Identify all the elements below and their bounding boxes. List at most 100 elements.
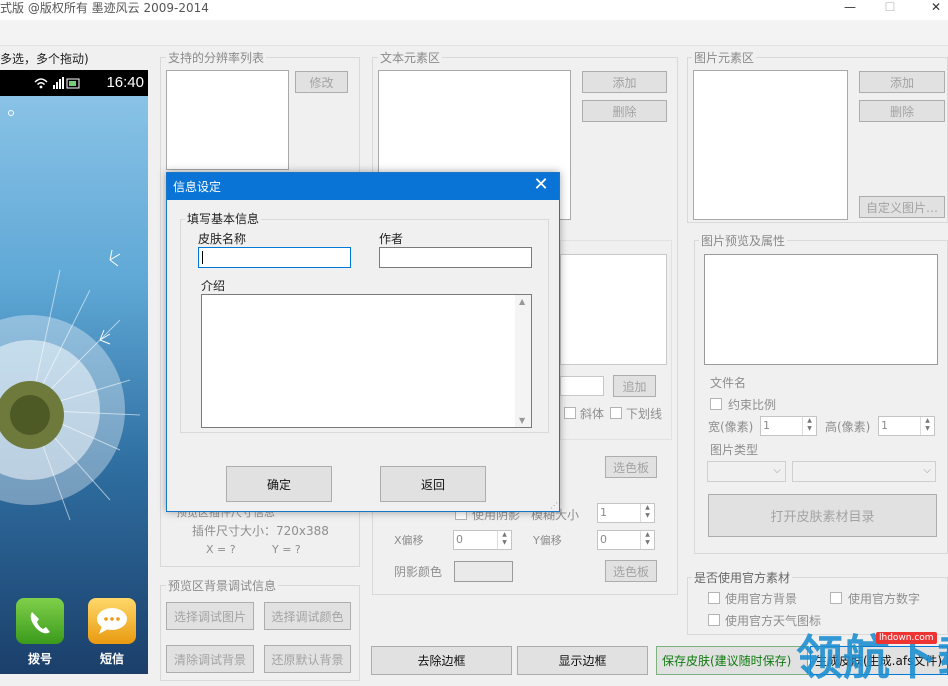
y-offset-value: 0	[600, 533, 607, 546]
resolution-legend: 支持的分辨率列表	[166, 49, 267, 66]
text-content-input[interactable]	[560, 376, 604, 396]
use-official-weather-label: 使用官方天气图标	[725, 614, 822, 628]
resize-grip-icon[interactable]: ⋰	[550, 501, 558, 510]
image-format-combo[interactable]: ⌵	[792, 461, 936, 482]
filename-label: 文件名	[710, 376, 747, 390]
add-image-button[interactable]: 添加	[859, 71, 945, 93]
image-type-label: 图片类型	[710, 443, 759, 457]
official-material-legend: 是否使用官方素材	[692, 569, 793, 586]
back-button[interactable]: 返回	[380, 466, 486, 502]
spinner-arrows-icon[interactable]: ▲ ▼	[920, 417, 934, 435]
spinner-arrows-icon[interactable]: ▲ ▼	[802, 417, 816, 435]
select-debug-color-button[interactable]: 选择调试颜色	[264, 602, 351, 630]
shadow-color-swatch[interactable]	[454, 561, 513, 582]
remove-border-button[interactable]: 去除边框	[371, 646, 512, 675]
save-skin-button[interactable]: 保存皮肤(建议随时保存)	[656, 646, 808, 675]
chevron-down-icon: ⌵	[923, 465, 931, 476]
dandelion-wallpaper	[0, 249, 141, 521]
close-window-button[interactable]: ✕	[916, 0, 948, 20]
minimize-button[interactable]: —	[830, 0, 870, 20]
plugin-size: 插件尺寸大小：720x388	[192, 524, 329, 538]
dialog-titlebar: 信息设定 ✕	[167, 173, 559, 200]
home-indicator	[8, 110, 14, 116]
height-label: 高(像素)	[825, 420, 871, 434]
author-label: 作者	[379, 232, 404, 246]
dock-label-sms: 短信	[99, 652, 124, 666]
scroll-up-icon[interactable]: ▲	[519, 297, 525, 306]
phone-clock: 16:40	[106, 74, 144, 91]
italic-label: 斜体	[580, 407, 605, 421]
skin-name-label: 皮肤名称	[198, 232, 247, 246]
show-border-button[interactable]: 显示边框	[517, 646, 648, 675]
constrain-ratio-checkbox[interactable]	[710, 398, 722, 410]
y-offset-label: Y偏移	[533, 534, 562, 547]
select-debug-image-button[interactable]: 选择调试图片	[166, 602, 254, 630]
clear-debug-bg-button[interactable]: 清除调试背景	[166, 645, 254, 673]
y-offset-spinner[interactable]: 0 ▲ ▼	[597, 530, 655, 550]
intro-scrollbar[interactable]: ▲ ▼	[515, 295, 531, 427]
phone-preview[interactable]: 16:40 拨号 短信	[0, 70, 148, 674]
info-settings-dialog: 信息设定 ✕ 填写基本信息 皮肤名称 作者 介绍 ▲ ▼ 确定 返回 ⋰	[166, 172, 560, 512]
close-icon[interactable]: ✕	[529, 174, 553, 195]
width-label: 宽(像素)	[708, 420, 754, 434]
constrain-ratio-label: 约束比例	[728, 398, 777, 412]
height-value: 1	[881, 419, 888, 432]
skin-name-input[interactable]	[198, 247, 351, 268]
author-input[interactable]	[379, 247, 532, 268]
use-official-bg-label: 使用官方背景	[725, 592, 798, 606]
menu-strip	[0, 20, 948, 46]
spinner-arrows-icon[interactable]: ▲ ▼	[640, 504, 654, 522]
width-value: 1	[763, 419, 770, 432]
window-titlebar: 式版 @版权所有 墨迹风云 2009-2014 — ☐ ✕	[0, 0, 948, 20]
scroll-down-icon[interactable]: ▼	[519, 416, 525, 425]
image-type-combo[interactable]: ⌵	[707, 461, 786, 482]
text-element-legend: 文本元素区	[378, 49, 443, 66]
restore-default-bg-button[interactable]: 还原默认背景	[264, 645, 351, 673]
delete-image-button[interactable]: 删除	[859, 100, 945, 122]
text-caret	[202, 251, 203, 264]
open-material-dir-button[interactable]: 打开皮肤素材目录	[708, 494, 937, 537]
add-text-button[interactable]: 添加	[582, 71, 667, 93]
signal-wifi-battery-icon	[34, 77, 80, 89]
use-official-bg-checkbox[interactable]	[708, 592, 720, 604]
phone-icon[interactable]	[16, 598, 64, 644]
dock-label-dial: 拨号	[27, 652, 52, 666]
shadow-color-picker-button[interactable]: 选色板	[605, 560, 657, 582]
spinner-arrows-icon[interactable]: ▲ ▼	[497, 531, 511, 549]
modify-resolution-button[interactable]: 修改	[295, 71, 348, 93]
use-official-digits-checkbox[interactable]	[830, 592, 842, 604]
message-icon[interactable]	[88, 598, 136, 644]
intro-label: 介绍	[201, 279, 226, 293]
maximize-button[interactable]: ☐	[870, 0, 910, 20]
x-offset-label: X偏移	[394, 534, 424, 547]
font-color-picker-button[interactable]: 选色板	[605, 456, 657, 478]
phone-status-bar: 16:40	[0, 70, 148, 96]
delete-text-button[interactable]: 删除	[582, 100, 667, 122]
width-spinner[interactable]: 1 ▲ ▼	[760, 416, 817, 436]
resolution-list[interactable]	[166, 70, 289, 170]
image-element-list[interactable]	[693, 70, 848, 220]
shadow-color-label: 阴影颜色	[394, 565, 443, 579]
underline-checkbox[interactable]	[610, 407, 622, 419]
preview-caption: 多选，多个拖动)	[0, 52, 89, 66]
bg-debug-legend: 预览区背景调试信息	[166, 577, 279, 594]
italic-checkbox[interactable]	[564, 407, 576, 419]
basic-info-legend: 填写基本信息	[185, 210, 262, 227]
blur-size-spinner[interactable]: 1 ▲ ▼	[597, 503, 655, 523]
dialog-title: 信息设定	[173, 180, 222, 194]
intro-textarea[interactable]: ▲ ▼	[201, 294, 532, 428]
append-text-button[interactable]: 追加	[613, 375, 656, 397]
custom-image-button[interactable]: 自定义图片…	[859, 196, 945, 218]
spinner-arrows-icon[interactable]: ▲ ▼	[640, 531, 654, 549]
plugin-x: X = ?	[206, 543, 236, 556]
text-preview-box	[560, 254, 667, 365]
window-title: 式版 @版权所有 墨迹风云 2009-2014	[0, 1, 209, 15]
use-official-weather-checkbox[interactable]	[708, 614, 720, 626]
ok-button[interactable]: 确定	[226, 466, 332, 502]
image-element-legend: 图片元素区	[692, 49, 757, 66]
watermark-site: lhdown.com	[876, 632, 937, 644]
height-spinner[interactable]: 1 ▲ ▼	[878, 416, 935, 436]
x-offset-spinner[interactable]: 0 ▲ ▼	[453, 530, 512, 550]
x-offset-value: 0	[456, 533, 463, 546]
image-preview-legend: 图片预览及属性	[699, 232, 788, 249]
